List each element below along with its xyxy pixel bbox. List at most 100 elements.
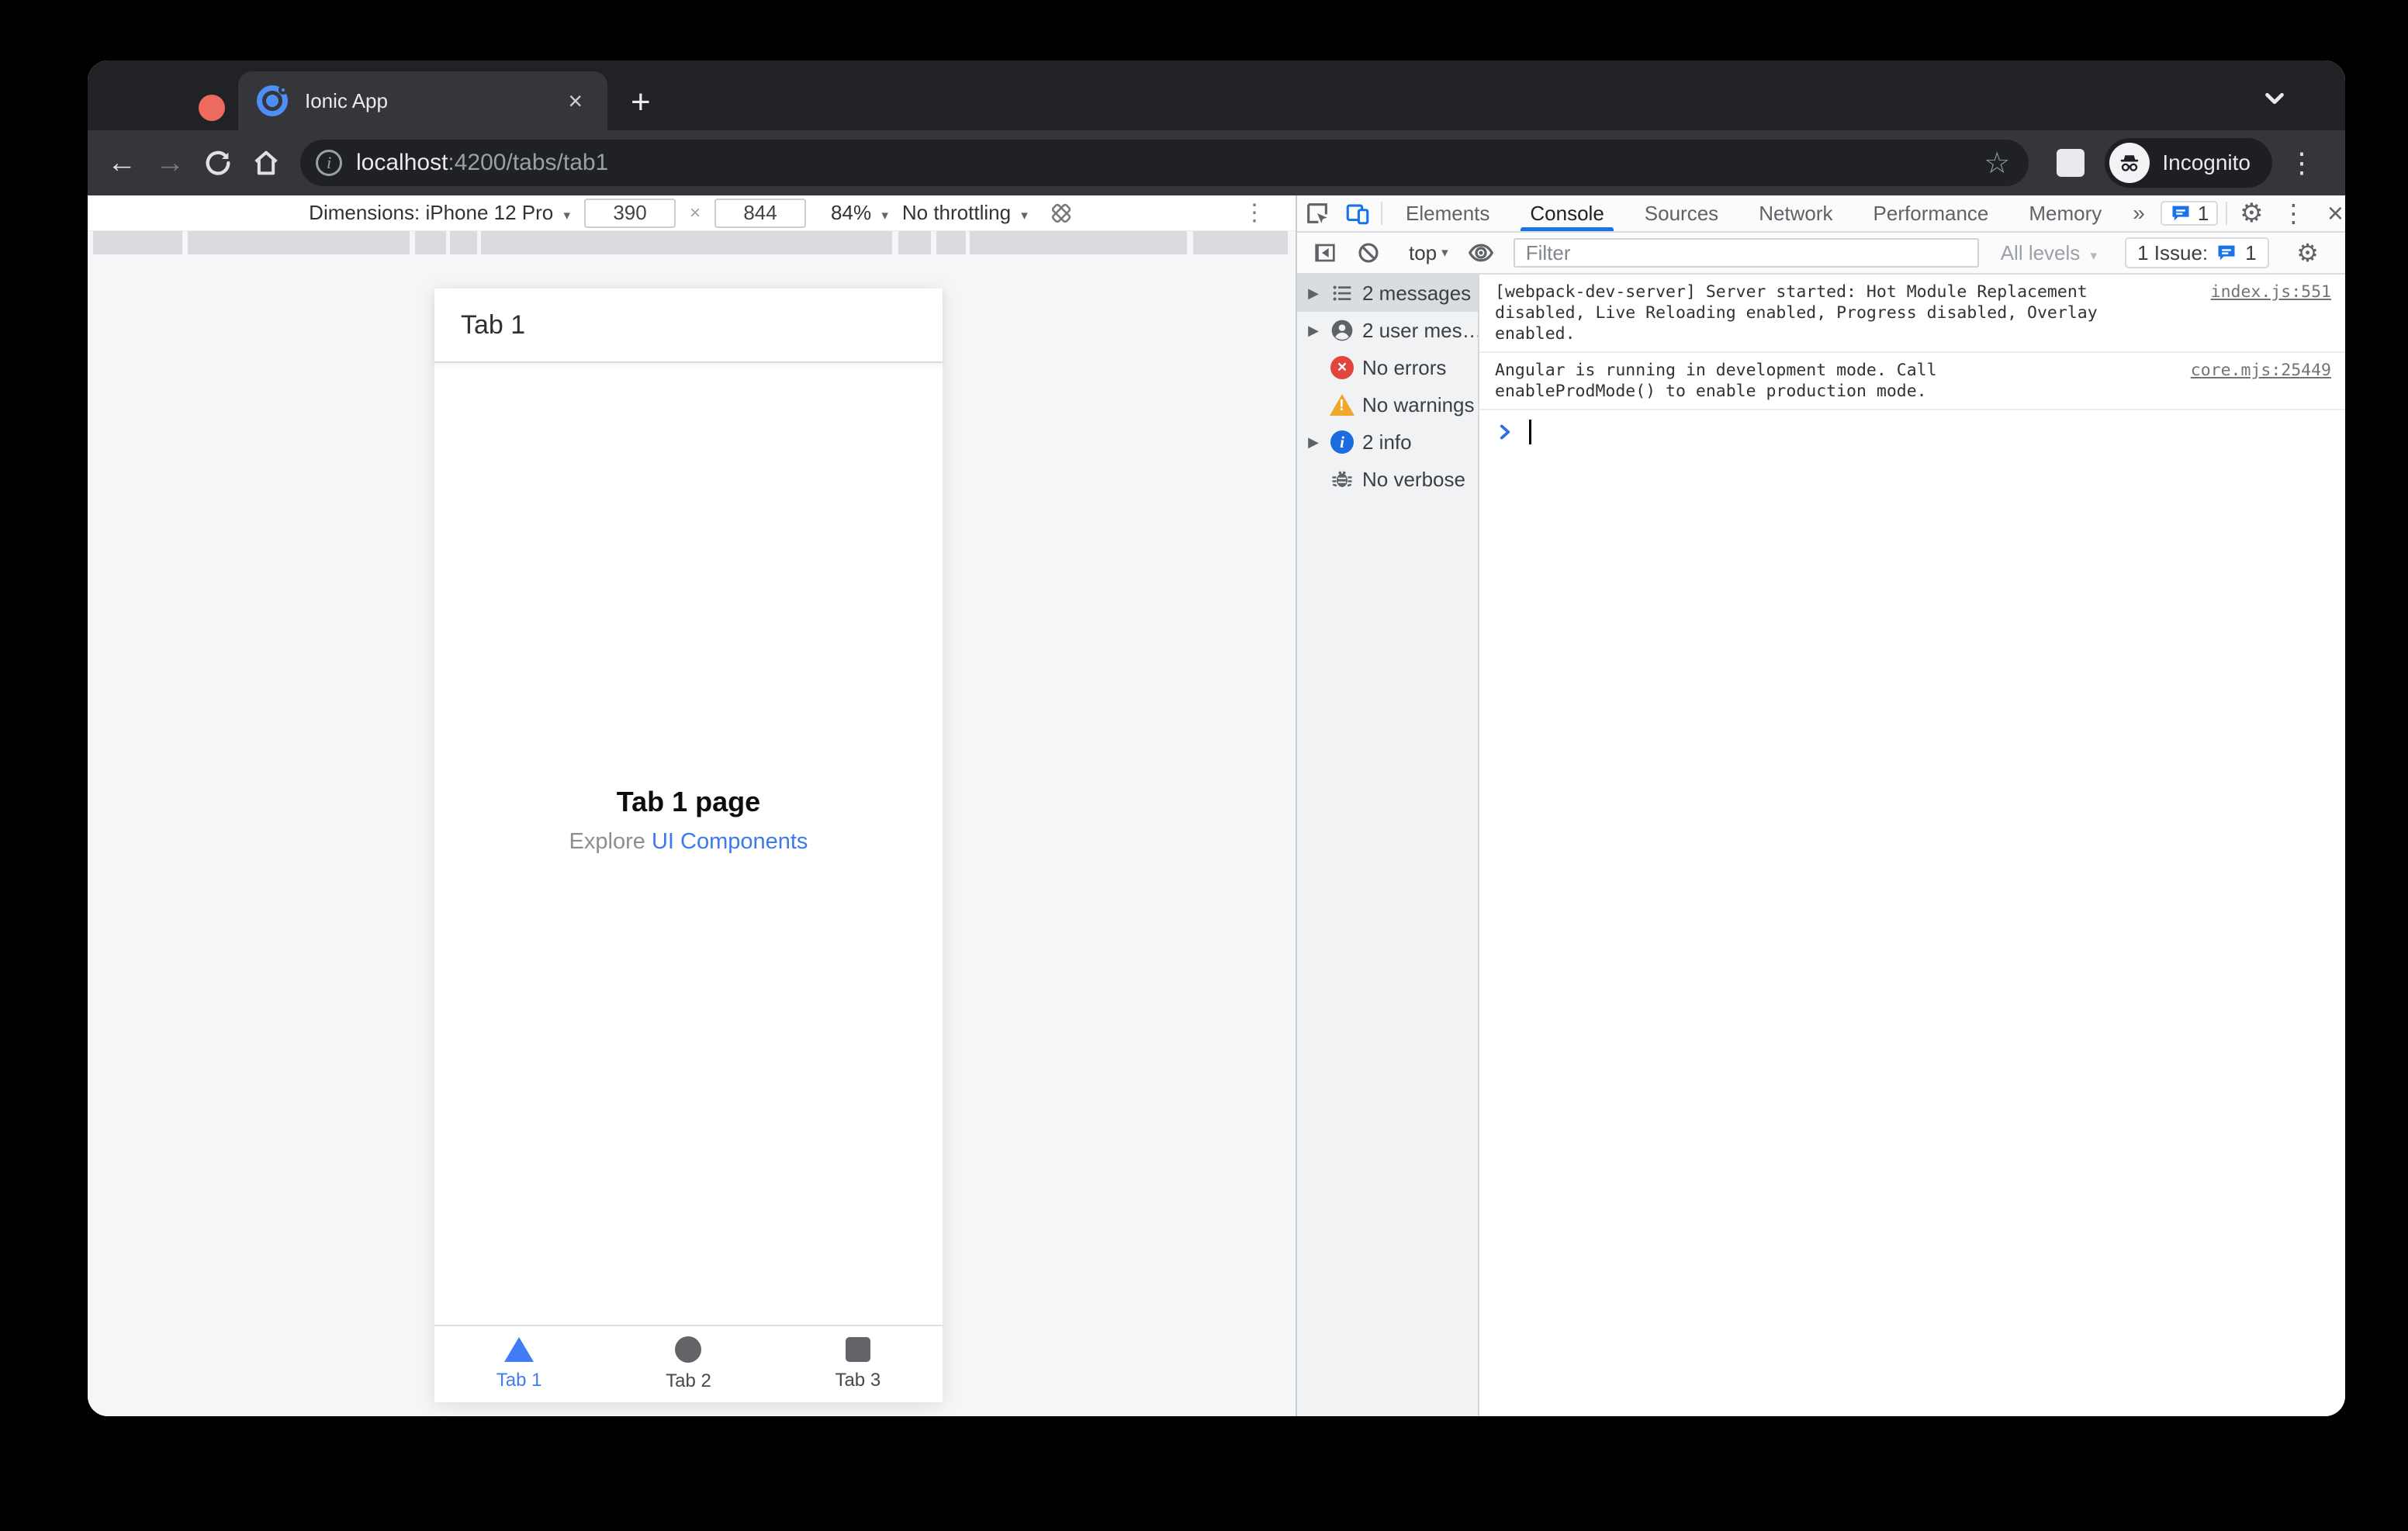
app-tab-label: Tab 3 [835,1370,881,1391]
device-toolbar: Dimensions: iPhone 12 Pro ▾ × 84% ▾ No t… [88,195,1296,231]
expand-triangle-icon[interactable]: ▶ [1305,285,1322,302]
incognito-icon [2109,143,2150,183]
sidebar-item-user-messages[interactable]: ▶ 2 user mes… [1297,312,1478,349]
app-tab-2[interactable]: Tab 2 [604,1326,773,1402]
bug-icon [1330,467,1354,492]
live-expression-eye-icon[interactable] [1459,233,1503,273]
sidebar-item-warnings[interactable]: No warnings [1297,386,1478,423]
issue-label: 1 Issue: [2137,240,2209,264]
rotate-device-icon[interactable] [1048,200,1074,226]
address-bar[interactable]: i localhost:4200/tabs/tab1 ☆ [300,140,2029,186]
issues-count: 1 [2197,201,2209,225]
device-height-input[interactable] [714,198,807,228]
tab-close-icon[interactable]: × [562,85,589,116]
sidebar-item-label: No errors [1362,355,1447,379]
console-toolbar: top ▾ All levels ▾ 1 Issue: 1 [1297,233,2345,275]
device-toolbar-menu-icon[interactable]: ⋮ [1243,199,1266,226]
console-message-angular[interactable]: Angular is running in development mode. … [1479,353,2345,410]
toggle-device-toolbar-icon[interactable] [1337,195,1378,231]
ionic-logo-icon [257,85,288,116]
sidebar-item-label: 2 info [1362,430,1412,454]
forward-icon[interactable]: → [148,141,192,185]
reload-icon[interactable] [196,141,240,185]
tab-console[interactable]: Console [1510,195,1624,231]
device-width-input[interactable] [584,198,676,228]
execution-context-select[interactable]: top ▾ [1398,241,1459,265]
source-link[interactable]: index.js:551 [2211,282,2331,344]
ui-components-link[interactable]: UI Components [652,829,808,854]
bookmark-star-icon[interactable]: ☆ [1979,146,2015,181]
source-link[interactable]: core.mjs:25449 [2191,360,2331,402]
console-filter-input[interactable] [1513,238,1979,268]
sidebar-item-errors[interactable]: × No errors [1297,349,1478,386]
app-tab-label: Tab 2 [666,1370,711,1391]
url-text[interactable]: localhost:4200/tabs/tab1 [356,150,1979,176]
tab-performance[interactable]: Performance [1853,195,2009,231]
issues-counter-button[interactable]: 1 [2160,201,2219,226]
more-tabs-icon[interactable]: » [2122,195,2156,231]
throttling-select[interactable]: No throttling ▾ [902,201,1028,225]
sidebar-item-label: No verbose [1362,467,1465,491]
devtools-tab-bar: Elements Console Sources Network Perform… [1297,195,2345,233]
app-tab-label: Tab 1 [496,1370,542,1391]
tab-sources[interactable]: Sources [1624,195,1739,231]
devtools-menu-icon[interactable]: ⋮ [2272,195,2314,231]
console-message-webpack[interactable]: [webpack-dev-server] Server started: Hot… [1479,275,2345,353]
expand-triangle-icon[interactable]: ▶ [1305,323,1322,339]
devtools-settings-icon[interactable]: ⚙ [2230,195,2272,231]
devtools-panel: Elements Console Sources Network Perform… [1297,195,2345,1416]
chevron-down-icon: ▾ [563,208,571,223]
browser-menu-icon[interactable]: ⋮ [2277,147,2327,179]
list-icon [1330,281,1354,306]
console-sidebar-toggle-icon[interactable] [1303,233,1347,273]
tab-title: Ionic App [305,88,388,112]
browser-tab-ionic-app[interactable]: Ionic App × [238,71,607,130]
incognito-label: Incognito [2162,150,2251,175]
close-window-button[interactable] [199,95,225,121]
tab-memory[interactable]: Memory [2008,195,2122,231]
sidebar-item-label: 2 user mes… [1362,318,1478,342]
site-info-icon[interactable]: i [316,150,342,176]
app-tab-1[interactable]: Tab 1 [434,1326,604,1402]
message-line: disabled, Live Reloading enabled, Progre… [1495,303,2098,344]
inspect-element-icon[interactable] [1297,195,1337,231]
console-settings-icon[interactable]: ⚙ [2286,233,2330,273]
app-content: Tab 1 page Explore UI Components [434,363,943,1325]
log-levels-select[interactable]: All levels ▾ [1990,241,2108,265]
console-sidebar: ▶ 2 messages ▶ 2 user mes… × No errors !… [1297,275,1479,1416]
app-header: Tab 1 [434,289,943,363]
devtools-close-icon[interactable]: × [2314,195,2345,231]
issue-button[interactable]: 1 Issue: 1 [2125,237,2269,268]
app-tab-3[interactable]: Tab 3 [773,1326,943,1402]
info-icon: i [1330,430,1354,454]
sidebar-item-info[interactable]: ▶ i 2 info [1297,423,1478,461]
chevron-down-icon: ▾ [1021,208,1028,223]
device-type-select[interactable]: Dimensions: iPhone 12 Pro ▾ [309,201,570,225]
home-icon[interactable] [244,141,288,185]
page-title: Tab 1 page [616,786,761,817]
sidebar-item-messages[interactable]: ▶ 2 messages [1297,275,1478,312]
page-subtitle: Explore UI Components [434,829,943,855]
browser-toolbar: ← → i localhost:4200/tabs/tab1 ☆ Incogni… [88,130,2345,195]
media-query-bar[interactable] [88,231,1296,254]
side-panel-icon[interactable] [2057,149,2085,177]
new-tab-button[interactable]: + [631,85,651,119]
sidebar-item-verbose[interactable]: No verbose [1297,461,1478,498]
back-icon[interactable]: ← [100,141,144,185]
message-line: [webpack-dev-server] Server started: Hot… [1495,282,2088,302]
levels-value: All levels [2000,240,2081,264]
message-line: enableProdMode() to enable production mo… [1495,382,1927,401]
dimensions-times-label: × [690,202,701,223]
tab-search-chevron-icon[interactable] [2260,84,2289,113]
incognito-badge: Incognito [2105,138,2272,188]
tab-network[interactable]: Network [1739,195,1853,231]
zoom-select[interactable]: 84% ▾ [831,201,888,225]
console-prompt[interactable] [1479,410,2345,454]
console-prompt-icon [1500,424,1510,440]
text-cursor [1529,420,1531,444]
expand-triangle-icon[interactable]: ▶ [1305,434,1322,451]
warning-icon [1330,392,1354,417]
tab-strip: Ionic App × + [88,60,2345,130]
clear-console-icon[interactable] [1347,233,1390,273]
tab-elements[interactable]: Elements [1386,195,1510,231]
